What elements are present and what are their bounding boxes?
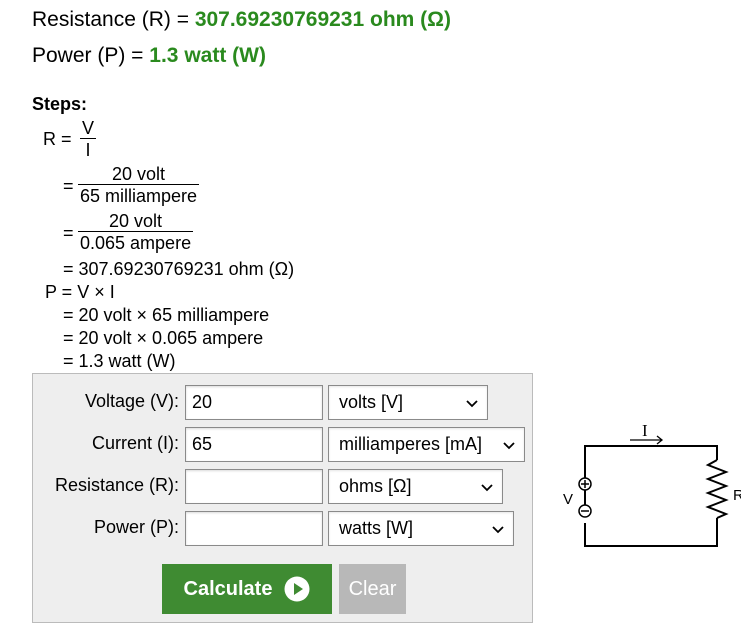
chevron-down-icon [503,441,515,449]
play-icon [284,576,310,602]
steps-title: Steps: [32,94,88,114]
resistance-result: Resistance (R) = 307.69230769231 ohm (Ω) [32,8,451,32]
resistance-result-value: 307.69230769231 ohm (Ω) [194,8,451,31]
power-unit-select[interactable]: watts [W] [328,511,514,546]
step-equals-2: = [63,223,74,243]
voltage-label: Voltage (V): [84,391,179,411]
resistance-unit-value: ohms [Ω] [339,476,412,496]
step-p-1: = 20 volt × 65 milliampere [63,305,270,325]
r-formula-numerator: V [82,118,95,138]
r-formula-denominator: I [85,140,91,160]
power-label: Power (P): [93,517,179,537]
step-fraction-2-denominator: 0.065 ampere [80,233,192,253]
step-fraction-1-denominator: 65 milliampere [80,186,198,206]
battery-icon [578,477,592,518]
step-r-result: = 307.69230769231 ohm (Ω) [63,259,295,279]
power-unit-value: watts [W] [339,518,414,538]
current-unit-value: milliamperes [mA] [339,434,483,454]
resistance-label: Resistance (R): [54,475,179,495]
voltage-unit-value: volts [V] [339,392,404,412]
power-result-value: 1.3 watt (W) [149,44,266,67]
step-p-2: = 20 volt × 0.065 ampere [63,328,264,348]
voltage-input[interactable]: 20 [185,385,323,420]
power-result-label: Power (P) = [32,44,150,67]
calculate-button-label: Calculate [183,577,273,600]
resistance-unit-select[interactable]: ohms [Ω] [328,469,503,504]
diagram-current-label: I [642,421,648,440]
calculate-button[interactable]: Calculate [162,564,332,614]
chevron-down-icon [492,525,504,533]
r-formula-fraction: V I [80,118,97,161]
step-fraction-2-numerator: 20 volt [109,211,163,231]
clear-button[interactable]: Clear [339,564,406,614]
resistance-result-label: Resistance (R) = [32,8,195,31]
step-fraction-2: 20 volt 0.065 ampere [78,211,194,254]
current-input[interactable]: 65 [185,427,323,462]
diagram-resistor-label: R [733,487,741,504]
circuit-wire-top [584,445,718,478]
circuit-diagram: I V R [563,421,741,547]
current-unit-select[interactable]: milliamperes [mA] [328,427,525,462]
step-p-formula: P = V × I [45,282,115,302]
diagram-voltage-label: V [563,491,573,508]
calculator-panel: Voltage (V): 20 volts [V] Current (I): 6… [32,373,533,623]
resistance-input[interactable] [185,469,323,504]
power-input[interactable] [185,511,323,546]
chevron-down-icon [481,483,493,491]
clear-button-label: Clear [348,577,397,600]
voltage-unit-select[interactable]: volts [V] [328,385,488,420]
circuit-wire-bottom [584,518,718,547]
step-equals-1: = [63,176,74,196]
chevron-down-icon [466,399,478,407]
resistor-icon [705,459,729,519]
step-p-result: = 1.3 watt (W) [63,351,176,371]
r-formula-prefix: R = [43,129,72,149]
power-result: Power (P) = 1.3 watt (W) [32,44,266,68]
step-fraction-1-numerator: 20 volt [112,164,166,184]
step-fraction-1: 20 volt 65 milliampere [78,164,200,207]
current-label: Current (I): [91,433,179,453]
